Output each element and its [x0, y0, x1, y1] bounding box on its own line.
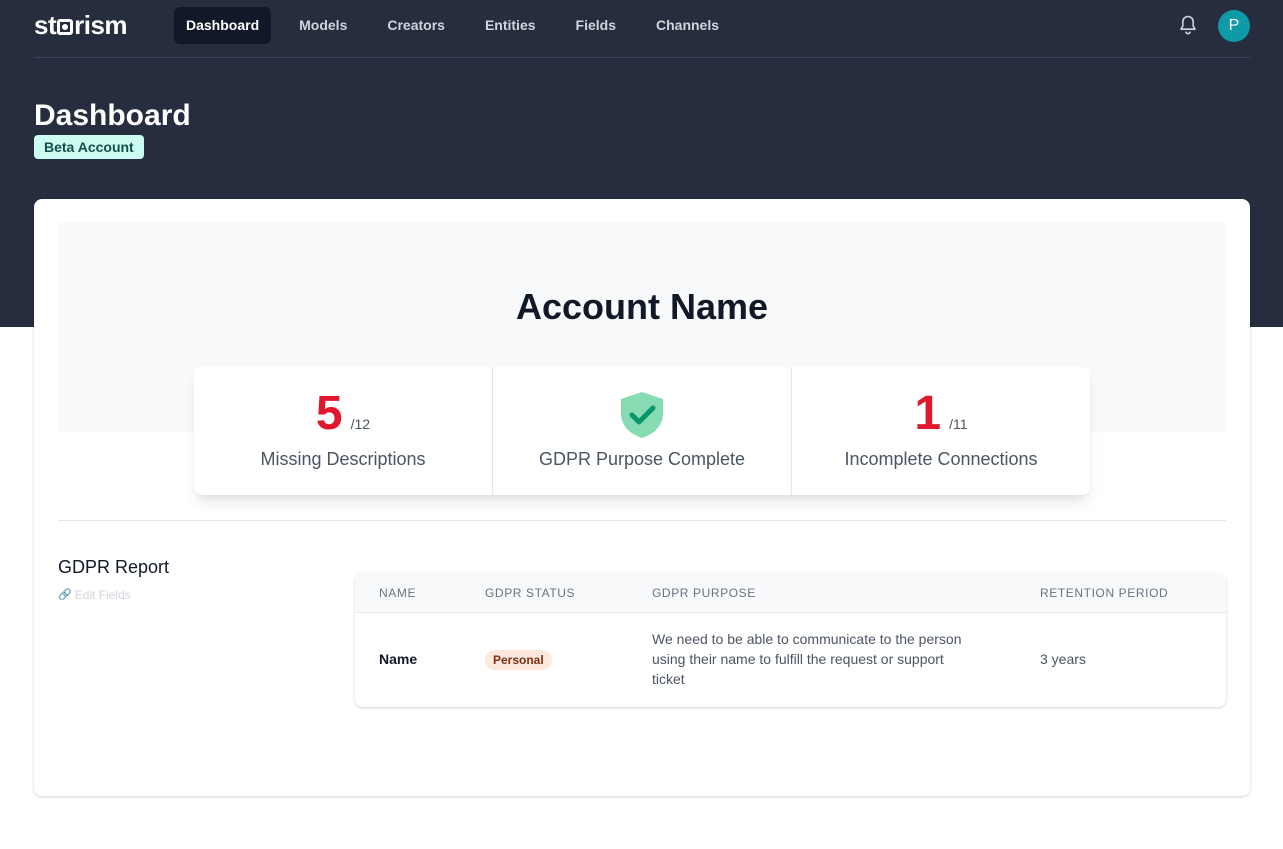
- column-header-gdpr-status[interactable]: GDPR STATUS: [485, 586, 575, 600]
- bell-icon[interactable]: [1178, 14, 1198, 36]
- row-name-cell: Name: [379, 651, 418, 667]
- row-purpose-line-2: using their name to fulfill the request …: [652, 651, 944, 667]
- nav-models[interactable]: Models: [287, 7, 359, 44]
- missing-descriptions-total: /12: [350, 416, 371, 432]
- missing-descriptions-label: Missing Descriptions: [260, 449, 426, 469]
- incomplete-connections-count: 1: [914, 387, 942, 440]
- row-purpose-line-1: We need to be able to communicate to the…: [652, 631, 962, 647]
- section-divider: [58, 520, 1226, 521]
- logo-o-mark: [57, 19, 74, 35]
- dashboard-card: Account Name 5/12 Missing Descriptions G…: [34, 199, 1250, 796]
- nav-creators[interactable]: Creators: [375, 7, 457, 44]
- nav-entities[interactable]: Entities: [473, 7, 548, 44]
- storism-logo[interactable]: st rism: [34, 10, 128, 40]
- row-purpose-line-3: ticket: [652, 671, 685, 687]
- user-avatar[interactable]: P: [1218, 10, 1250, 42]
- nav-items: Dashboard Models Creators Entities Field…: [174, 7, 747, 44]
- top-navigation: st rism Dashboard Models Creators Entitie…: [34, 0, 1250, 58]
- link-icon: 🔗: [58, 589, 72, 601]
- edit-fields-link[interactable]: 🔗 Edit Fields: [58, 587, 131, 603]
- gdpr-report-title: GDPR Report: [58, 557, 170, 577]
- stat-gdpr-purpose: GDPR Purpose Complete: [492, 367, 791, 495]
- nav-fields[interactable]: Fields: [564, 7, 628, 44]
- incomplete-connections-total: /11: [949, 416, 968, 432]
- table-header: NAME GDPR STATUS GDPR PURPOSE RETENTION …: [355, 573, 1226, 613]
- stat-missing-descriptions: 5/12 Missing Descriptions: [194, 367, 492, 495]
- gdpr-report-table: NAME GDPR STATUS GDPR PURPOSE RETENTION …: [355, 573, 1226, 707]
- shield-check-icon: [621, 392, 663, 438]
- column-header-retention-period[interactable]: RETENTION PERIOD: [1040, 586, 1168, 600]
- row-retention-cell: 3 years: [1040, 651, 1086, 667]
- incomplete-connections-label: Incomplete Connections: [844, 449, 1038, 469]
- edit-fields-label: Edit Fields: [74, 588, 131, 602]
- status-badge: Personal: [485, 650, 552, 670]
- nav-channels[interactable]: Channels: [644, 7, 731, 44]
- beta-account-badge: Beta Account: [34, 135, 144, 159]
- column-header-gdpr-purpose[interactable]: GDPR PURPOSE: [652, 586, 756, 600]
- stat-incomplete-connections: 1/11 Incomplete Connections: [791, 367, 1090, 495]
- gdpr-purpose-label: GDPR Purpose Complete: [538, 449, 746, 469]
- stats-panel: 5/12 Missing Descriptions GDPR Purpose C…: [194, 367, 1090, 495]
- column-header-name[interactable]: NAME: [379, 586, 416, 600]
- account-name: Account Name: [515, 286, 769, 327]
- nav-dashboard[interactable]: Dashboard: [174, 7, 272, 44]
- page-title: Dashboard: [34, 99, 191, 132]
- missing-descriptions-count: 5: [315, 387, 343, 440]
